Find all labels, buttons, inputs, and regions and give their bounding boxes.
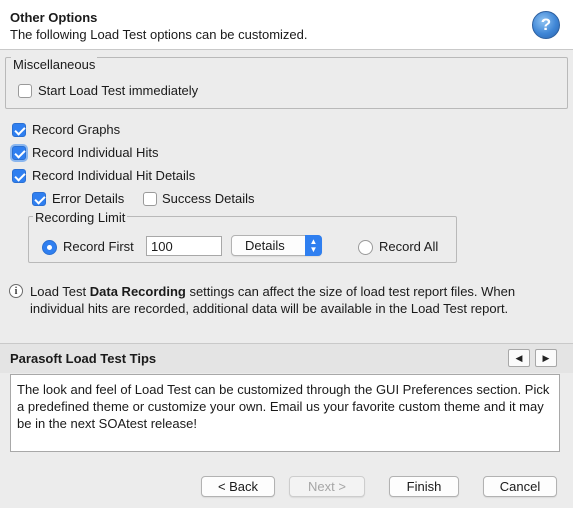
record-unit-select-value: Details [245, 238, 285, 253]
success-details-checkbox[interactable] [143, 192, 157, 206]
record-first-label[interactable]: Record First [63, 239, 134, 254]
note-text-bold: Data Recording [89, 284, 186, 299]
record-unit-select[interactable]: Details ▲ ▼ [231, 235, 322, 256]
record-all-label[interactable]: Record All [379, 239, 438, 254]
start-immediately-label[interactable]: Start Load Test immediately [38, 83, 198, 98]
info-icon: i [9, 284, 23, 298]
tips-next-button[interactable]: ▶ [535, 349, 557, 367]
data-recording-note: Load Test Data Recording settings can af… [30, 283, 565, 317]
record-hit-details-label[interactable]: Record Individual Hit Details [32, 168, 195, 183]
back-button[interactable]: < Back [201, 476, 275, 497]
select-arrows-icon: ▲ ▼ [305, 235, 322, 256]
record-individual-hits-label[interactable]: Record Individual Hits [32, 145, 158, 160]
error-details-checkbox[interactable] [32, 192, 46, 206]
recording-limit-legend: Recording Limit [33, 210, 128, 225]
miscellaneous-legend: Miscellaneous [11, 57, 98, 72]
finish-button[interactable]: Finish [389, 476, 459, 497]
tips-text-area: The look and feel of Load Test can be cu… [10, 374, 560, 452]
cancel-button[interactable]: Cancel [483, 476, 557, 497]
help-icon[interactable]: ? [532, 11, 560, 39]
record-graphs-label[interactable]: Record Graphs [32, 122, 120, 137]
record-first-count-input[interactable] [146, 236, 222, 256]
record-hit-details-checkbox[interactable] [12, 169, 26, 183]
success-details-label[interactable]: Success Details [162, 191, 254, 206]
error-details-label[interactable]: Error Details [52, 191, 124, 206]
record-first-radio[interactable] [42, 240, 57, 255]
tips-title: Parasoft Load Test Tips [10, 351, 157, 366]
page-subtitle: The following Load Test options can be c… [10, 27, 308, 42]
note-text-before: Load Test [30, 284, 90, 299]
record-all-radio[interactable] [358, 240, 373, 255]
tips-prev-button[interactable]: ◀ [508, 349, 530, 367]
start-immediately-checkbox[interactable] [18, 84, 32, 98]
wizard-header: Other Options The following Load Test op… [0, 0, 573, 50]
record-graphs-checkbox[interactable] [12, 123, 26, 137]
record-individual-hits-checkbox[interactable] [12, 146, 26, 160]
page-title: Other Options [10, 10, 98, 25]
next-button[interactable]: Next > [289, 476, 365, 497]
